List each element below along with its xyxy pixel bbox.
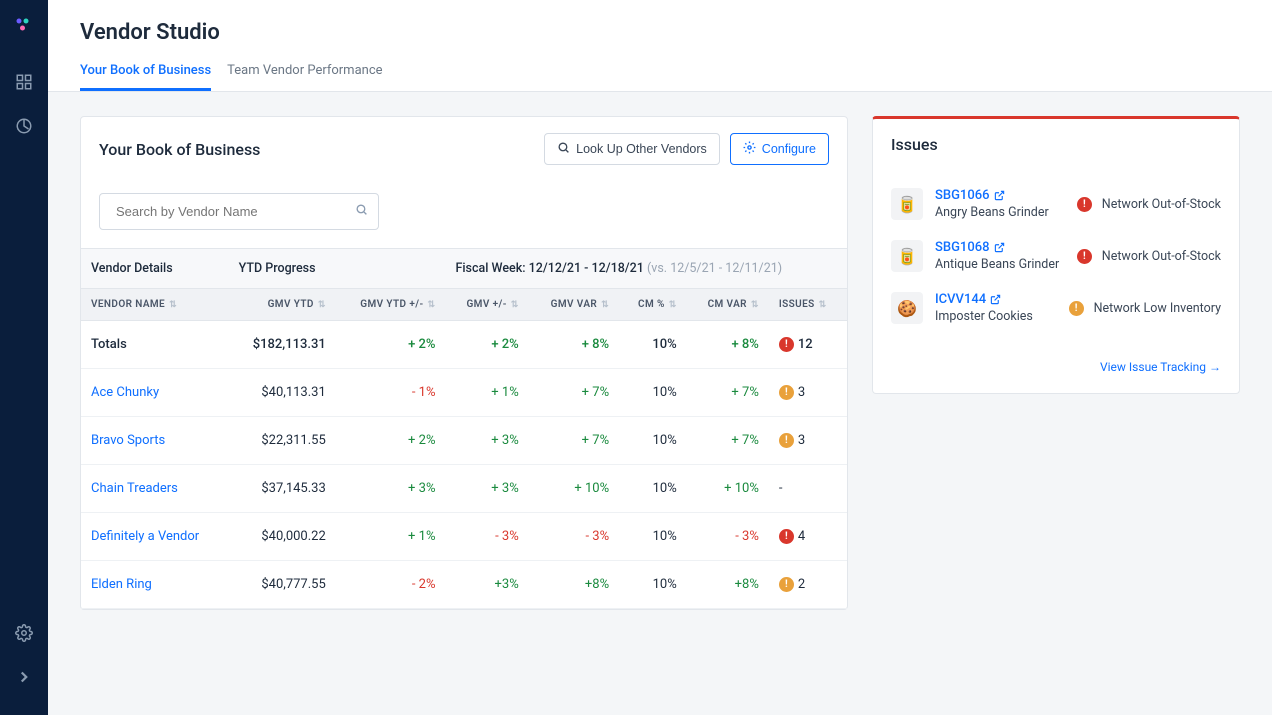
issue-row: 🍪 ICVV144 Imposter Cookies !Network Low In… [891, 282, 1221, 334]
issue-status: !Network Out-of-Stock [1077, 249, 1221, 264]
nav-dashboard-icon[interactable] [6, 64, 42, 100]
issue-warn-icon: ! [1069, 301, 1084, 316]
vendor-search-input[interactable] [99, 193, 379, 230]
app-logo [14, 16, 34, 40]
issue-warn-icon: ! [779, 433, 794, 448]
issue-thumbnail: 🍪 [891, 292, 923, 324]
table-row: Ace Chunky$40,113.31- 1%+ 1%+ 7%10%+ 7%!… [81, 369, 847, 417]
lookup-vendors-button[interactable]: Look Up Other Vendors [544, 133, 720, 165]
issue-product-name: Angry Beans Grinder [935, 205, 1065, 220]
external-link-icon [994, 242, 1005, 253]
sort-icon: ⇅ [601, 300, 609, 310]
tab-bar: Your Book of Business Team Vendor Perform… [80, 63, 1240, 91]
vendor-link[interactable]: Bravo Sports [91, 433, 165, 448]
issue-err-icon: ! [1077, 197, 1092, 212]
external-link-icon [990, 294, 1001, 305]
issue-status: !Network Out-of-Stock [1077, 197, 1221, 212]
vendor-link[interactable]: Ace Chunky [91, 385, 159, 400]
vendor-table: Vendor Details YTD Progress Fiscal Week:… [81, 248, 847, 609]
external-link-icon [994, 190, 1005, 201]
table-row: Bravo Sports$22,311.55+ 2%+ 3%+ 7%10%+ 7… [81, 417, 847, 465]
table-row: Chain Treaders$37,145.33+ 3%+ 3%+ 10%10%… [81, 465, 847, 513]
tab-1[interactable]: Team Vendor Performance [227, 63, 382, 91]
page-title: Vendor Studio [80, 20, 1240, 45]
sidebar-nav [0, 0, 48, 715]
col-cm-var[interactable]: CM VAR⇅ [687, 289, 769, 321]
nav-expand-icon[interactable] [6, 659, 42, 695]
gear-icon [743, 141, 756, 157]
sort-icon: ⇅ [669, 300, 677, 310]
issue-id-link[interactable]: SBG1068 [935, 240, 1005, 255]
sort-icon: ⇅ [819, 300, 827, 310]
nav-settings-icon[interactable] [6, 615, 42, 651]
issues-title: Issues [891, 135, 938, 154]
col-cm-pct[interactable]: CM %⇅ [619, 289, 687, 321]
group-fiscal-week: Fiscal Week: 12/12/21 - 12/18/21 (vs. 12… [445, 249, 847, 289]
vendor-link[interactable]: Elden Ring [91, 577, 152, 592]
page-header: Vendor Studio Your Book of Business Team … [48, 0, 1272, 92]
book-of-business-card: Your Book of Business Look Up Other Vend… [80, 116, 848, 610]
issue-status: !Network Low Inventory [1069, 301, 1221, 316]
table-row: Definitely a Vendor$40,000.22+ 1%- 3%- 3… [81, 513, 847, 561]
sort-icon: ⇅ [318, 300, 326, 310]
group-vendor-details: Vendor Details [81, 249, 229, 289]
issue-err-icon: ! [779, 337, 794, 352]
group-ytd-progress: YTD Progress [229, 249, 446, 289]
sort-icon: ⇅ [751, 300, 759, 310]
configure-button[interactable]: Configure [730, 133, 829, 165]
issues-card: Issues 🥫 SBG1066 Angry Beans Grinder !Netw… [872, 116, 1240, 394]
col-gmv-var[interactable]: GMV VAR⇅ [529, 289, 619, 321]
tab-0[interactable]: Your Book of Business [80, 63, 211, 91]
col-gmv-ytd-delta[interactable]: GMV YTD +/-⇅ [336, 289, 446, 321]
issue-product-name: Imposter Cookies [935, 309, 1057, 324]
vendor-link[interactable]: Chain Treaders [91, 481, 178, 496]
issue-err-icon: ! [1077, 249, 1092, 264]
issue-err-icon: ! [779, 529, 794, 544]
search-icon [557, 141, 570, 157]
card-title: Your Book of Business [99, 140, 260, 159]
issue-id-link[interactable]: SBG1066 [935, 188, 1005, 203]
issue-id-link[interactable]: ICVV144 [935, 292, 1001, 307]
issue-thumbnail: 🥫 [891, 188, 923, 220]
sort-icon: ⇅ [428, 300, 436, 310]
table-totals-row: Totals$182,113.31+ 2%+ 2%+ 8%10%+ 8%!12 [81, 321, 847, 369]
sort-icon: ⇅ [511, 300, 519, 310]
col-issues[interactable]: ISSUES⇅ [769, 289, 847, 321]
issue-warn-icon: ! [779, 577, 794, 592]
search-icon [355, 203, 368, 220]
issue-row: 🥫 SBG1066 Angry Beans Grinder !Network Out… [891, 178, 1221, 230]
nav-analytics-icon[interactable] [6, 108, 42, 144]
issue-product-name: Antique Beans Grinder [935, 257, 1065, 272]
view-issue-tracking-link[interactable]: View Issue Tracking → [1100, 360, 1221, 374]
issue-warn-icon: ! [779, 385, 794, 400]
issue-row: 🥫 SBG1068 Antique Beans Grinder !Network O… [891, 230, 1221, 282]
col-gmv-delta[interactable]: GMV +/-⇅ [445, 289, 528, 321]
col-vendor-name[interactable]: VENDOR NAME⇅ [81, 289, 229, 321]
sort-icon: ⇅ [169, 300, 177, 310]
col-gmv-ytd[interactable]: GMV YTD⇅ [229, 289, 336, 321]
vendor-link[interactable]: Definitely a Vendor [91, 529, 199, 544]
table-row: Elden Ring$40,777.55- 2%+3%+8%10%+8%!2 [81, 561, 847, 609]
issue-thumbnail: 🥫 [891, 240, 923, 272]
